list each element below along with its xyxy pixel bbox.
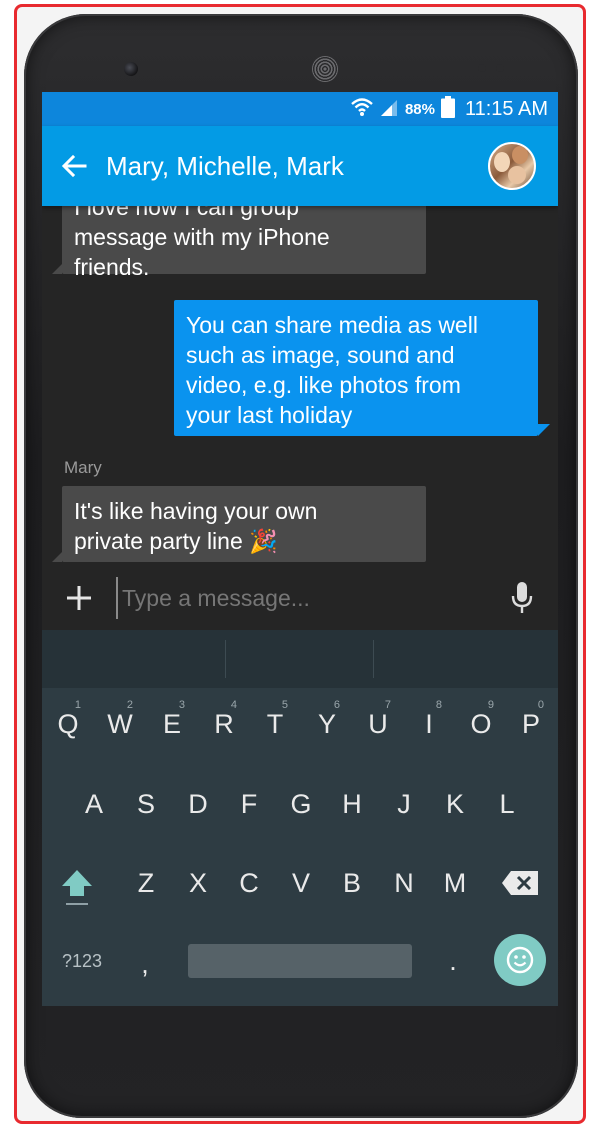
backspace-icon [502, 871, 538, 895]
earpiece-speaker [312, 56, 338, 82]
sender-name: Mary [64, 458, 102, 477]
microphone-icon [511, 582, 533, 613]
message-line: friends. [74, 254, 150, 280]
key-q[interactable]: Q1 [45, 696, 91, 752]
group-avatar[interactable] [488, 142, 536, 190]
battery-percentage: 88% [404, 100, 435, 118]
message-line: It's like having your own [74, 498, 318, 524]
key-n[interactable]: N [381, 855, 427, 911]
key-label: Y [317, 709, 336, 739]
key-y[interactable]: Y6 [304, 696, 350, 752]
suggestion-divider [373, 640, 374, 678]
key-f[interactable]: F [226, 776, 272, 832]
key-r[interactable]: R4 [201, 696, 247, 752]
key-o[interactable]: O9 [458, 696, 504, 752]
key-z[interactable]: Z [123, 855, 169, 911]
key-t[interactable]: T5 [252, 696, 298, 752]
message-bubble-incoming[interactable]: It's like having your own private party … [62, 486, 426, 562]
key-h[interactable]: H [329, 776, 375, 832]
shift-indicator [66, 903, 88, 905]
key-label: T [266, 709, 284, 739]
message-line: your last holiday [186, 402, 353, 428]
key-hint: 0 [537, 699, 544, 711]
message-line: message with my iPhone [74, 224, 330, 250]
key-l[interactable]: L [484, 776, 530, 832]
key-x[interactable]: X [175, 855, 221, 911]
message-line: such as image, sound and [186, 342, 455, 368]
bubble-tail [52, 264, 62, 274]
message-bubble-outgoing[interactable]: You can share media as well such as imag… [174, 300, 538, 436]
front-camera [124, 62, 138, 76]
key-w[interactable]: W2 [97, 696, 143, 752]
key-hint: 4 [230, 699, 237, 711]
space-bar[interactable] [188, 944, 412, 978]
key-hint: 2 [126, 699, 133, 711]
key-e[interactable]: E3 [149, 696, 195, 752]
key-m[interactable]: M [432, 855, 478, 911]
attach-button[interactable] [42, 566, 116, 630]
symbols-key[interactable]: ?123 [54, 933, 110, 989]
message-input[interactable] [116, 577, 486, 619]
message-composer [42, 566, 558, 630]
key-label: E [162, 709, 181, 739]
key-d[interactable]: D [175, 776, 221, 832]
key-s[interactable]: S [123, 776, 169, 832]
key-hint: 3 [178, 699, 185, 711]
key-k[interactable]: K [432, 776, 478, 832]
key-label: I [425, 709, 433, 739]
smiley-icon [506, 946, 534, 974]
key-label: U [368, 709, 388, 739]
message-thread: I love how I can group message with my i… [42, 182, 558, 566]
key-label: P [521, 709, 540, 739]
message-line: video, e.g. like photos from [186, 372, 461, 398]
message-line: You can share media as well [186, 312, 478, 338]
period-key[interactable]: . [430, 933, 476, 989]
key-p[interactable]: P0 [508, 696, 554, 752]
key-hint: 8 [435, 699, 442, 711]
emoji-button[interactable] [494, 934, 546, 986]
key-hint: 5 [281, 699, 288, 711]
phone-screen: 88% 11:15 AM Mary, Michelle, Mark I love… [42, 92, 558, 1006]
app-bar: Mary, Michelle, Mark [42, 126, 558, 206]
shift-icon [62, 870, 92, 896]
battery-icon [440, 95, 455, 123]
backspace-key[interactable] [497, 855, 543, 911]
key-v[interactable]: V [278, 855, 324, 911]
key-a[interactable]: A [71, 776, 117, 832]
key-i[interactable]: I8 [406, 696, 452, 752]
key-j[interactable]: J [381, 776, 427, 832]
conversation-title: Mary, Michelle, Mark [106, 150, 344, 181]
comma-key[interactable]: , [122, 936, 168, 992]
key-hint: 7 [384, 699, 391, 711]
message-line: private party line 🎉 [74, 528, 278, 554]
key-label: O [470, 709, 492, 739]
key-label: Q [57, 709, 79, 739]
suggestion-divider [225, 640, 226, 678]
plus-icon [67, 586, 91, 610]
key-label: W [107, 709, 133, 739]
wifi-icon [351, 97, 373, 122]
key-c[interactable]: C [226, 855, 272, 911]
key-hint: 1 [74, 699, 81, 711]
key-b[interactable]: B [329, 855, 375, 911]
voice-input-button[interactable] [486, 566, 558, 630]
soft-keyboard: Q1 W2 E3 R4 T5 Y6 U7 I8 O9 P0 A S D F G … [42, 630, 558, 1006]
status-bar: 88% 11:15 AM [42, 92, 558, 126]
key-hint: 6 [333, 699, 340, 711]
back-button[interactable] [42, 126, 106, 206]
light-sensor [496, 64, 504, 72]
key-hint: 9 [487, 699, 494, 711]
arrow-left-icon [61, 154, 87, 178]
bubble-tail [538, 424, 550, 436]
suggestion-strip[interactable] [42, 630, 558, 688]
key-label: R [214, 709, 234, 739]
status-time: 11:15 AM [464, 97, 548, 120]
key-u[interactable]: U7 [355, 696, 401, 752]
bubble-tail [52, 552, 62, 562]
proximity-sensor [478, 64, 486, 72]
key-g[interactable]: G [278, 776, 324, 832]
signal-icon [379, 97, 399, 122]
